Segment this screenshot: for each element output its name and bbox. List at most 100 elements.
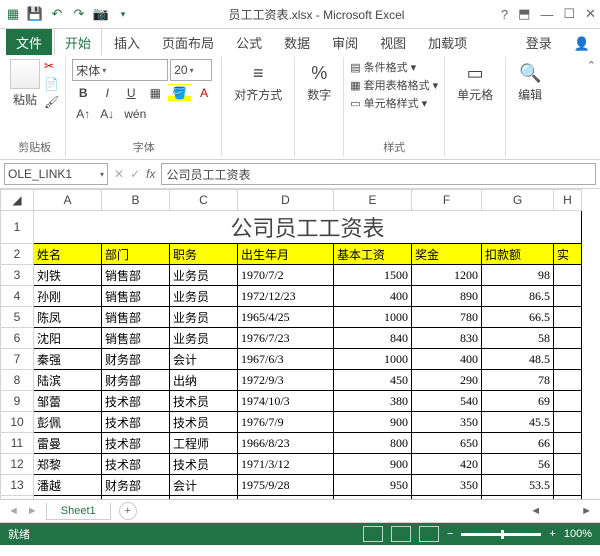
cell[interactable]: 540: [412, 391, 482, 412]
cell[interactable]: 86.5: [482, 286, 554, 307]
cell[interactable]: 潘越: [34, 475, 102, 496]
cell[interactable]: 1975/9/28: [238, 475, 334, 496]
table-row[interactable]: 6沈阳销售部业务员1976/7/2384083058: [1, 328, 582, 349]
cancel-formula-icon[interactable]: ✕: [114, 167, 124, 181]
table-row[interactable]: 9邹蕾技术部技术员1974/10/338054069: [1, 391, 582, 412]
select-all-button[interactable]: ◢: [1, 190, 34, 211]
cell[interactable]: [554, 475, 582, 496]
editing-button[interactable]: 🔍编辑: [512, 59, 548, 107]
fx-icon[interactable]: fx: [146, 167, 155, 181]
login-link[interactable]: 登录: [516, 29, 562, 55]
tab-layout[interactable]: 页面布局: [152, 29, 224, 55]
cell[interactable]: 450: [334, 370, 412, 391]
cell[interactable]: 业务员: [170, 286, 238, 307]
cell[interactable]: 1970/7/2: [238, 265, 334, 286]
cell[interactable]: 彭佩: [34, 412, 102, 433]
cell[interactable]: 销售部: [102, 496, 170, 501]
cell[interactable]: 840: [334, 328, 412, 349]
cell[interactable]: 孙刚: [34, 286, 102, 307]
hscroll-left-icon[interactable]: ◄: [530, 505, 541, 517]
cell[interactable]: 销售部: [102, 328, 170, 349]
cell[interactable]: 1972/10/12: [238, 496, 334, 501]
cell[interactable]: [554, 391, 582, 412]
cell[interactable]: [554, 307, 582, 328]
table-row[interactable]: 11雷曼技术部工程师1966/8/2380065066: [1, 433, 582, 454]
cell[interactable]: 1965/4/25: [238, 307, 334, 328]
cell[interactable]: 业务员: [170, 307, 238, 328]
cell[interactable]: 1500: [334, 265, 412, 286]
format-painter-icon[interactable]: 🖌: [44, 95, 59, 109]
cell[interactable]: 1000: [412, 496, 482, 501]
table-row[interactable]: 5陈凤销售部业务员1965/4/25100078066.5: [1, 307, 582, 328]
tab-file[interactable]: 文件: [6, 29, 52, 55]
worksheet-grid[interactable]: ◢ A B C D E F G H 1 公司员工工资表 2 姓名部门职务出生年月…: [0, 189, 600, 500]
camera-icon[interactable]: 📷: [92, 5, 110, 23]
cell[interactable]: 技术员: [170, 412, 238, 433]
cell[interactable]: 48.5: [482, 349, 554, 370]
cell[interactable]: 1971/3/12: [238, 454, 334, 475]
cell[interactable]: 420: [412, 454, 482, 475]
cell[interactable]: 98: [482, 265, 554, 286]
cell[interactable]: 业务员: [170, 265, 238, 286]
paste-button[interactable]: 粘贴: [13, 91, 37, 108]
bold-button[interactable]: B: [72, 84, 94, 102]
normal-view-icon[interactable]: [363, 526, 383, 542]
col-F[interactable]: F: [412, 190, 482, 211]
border-button[interactable]: ▦: [144, 84, 166, 102]
cell[interactable]: 邹蕾: [34, 391, 102, 412]
sheet-nav-next-icon[interactable]: ►: [27, 505, 38, 517]
redo-icon[interactable]: ↷: [70, 5, 88, 23]
number-button[interactable]: %数字: [301, 59, 337, 107]
table-row[interactable]: 8陆滨财务部出纳1972/9/345029078: [1, 370, 582, 391]
cell[interactable]: 销售部: [102, 286, 170, 307]
cell[interactable]: 78: [482, 370, 554, 391]
cell[interactable]: [554, 286, 582, 307]
cell[interactable]: 1966/8/23: [238, 433, 334, 454]
cell[interactable]: 1976/7/9: [238, 412, 334, 433]
phonetic-icon[interactable]: wén: [120, 105, 150, 123]
col-G[interactable]: G: [482, 190, 554, 211]
cell[interactable]: [554, 370, 582, 391]
cell[interactable]: 53.5: [482, 475, 554, 496]
cell[interactable]: 陈凤: [34, 307, 102, 328]
cell[interactable]: 890: [412, 286, 482, 307]
cells-button[interactable]: ▭单元格: [451, 59, 499, 107]
tab-home[interactable]: 开始: [54, 28, 102, 55]
cell[interactable]: 出纳: [170, 370, 238, 391]
cell-style-button[interactable]: ▭单元格样式▾: [350, 95, 438, 111]
cell[interactable]: 技术部: [102, 433, 170, 454]
cell[interactable]: 刘铁: [34, 265, 102, 286]
cell[interactable]: 财务部: [102, 370, 170, 391]
cell[interactable]: 950: [334, 475, 412, 496]
cell[interactable]: 58: [482, 328, 554, 349]
cell[interactable]: [554, 496, 582, 501]
page-layout-view-icon[interactable]: [391, 526, 411, 542]
cell[interactable]: 56: [482, 454, 554, 475]
paste-icon[interactable]: [10, 59, 40, 89]
close-icon[interactable]: ✕: [585, 6, 596, 22]
cell[interactable]: [554, 412, 582, 433]
cell[interactable]: 业务员: [170, 496, 238, 501]
collapse-ribbon-icon[interactable]: ⌃: [587, 59, 596, 72]
table-title-row[interactable]: 1 公司员工工资表: [1, 211, 582, 244]
cell[interactable]: 800: [334, 433, 412, 454]
cell[interactable]: 900: [334, 412, 412, 433]
cell[interactable]: 350: [412, 475, 482, 496]
zoom-out-icon[interactable]: −: [447, 528, 453, 540]
sheet-tab[interactable]: Sheet1: [46, 503, 111, 520]
cell[interactable]: 工程师: [170, 433, 238, 454]
cell[interactable]: 秦强: [34, 349, 102, 370]
align-button[interactable]: ≡对齐方式: [228, 59, 288, 107]
cell[interactable]: 1972/9/3: [238, 370, 334, 391]
tab-view[interactable]: 视图: [370, 29, 416, 55]
cell[interactable]: 会计: [170, 349, 238, 370]
sheet-nav-prev-icon[interactable]: ◄: [8, 505, 19, 517]
font-size-combo[interactable]: 20▾: [170, 59, 212, 81]
zoom-slider[interactable]: [461, 533, 541, 536]
cell[interactable]: 财务部: [102, 349, 170, 370]
cell[interactable]: 技术部: [102, 391, 170, 412]
underline-button[interactable]: U: [120, 84, 142, 102]
col-H[interactable]: H: [554, 190, 582, 211]
qat-more-icon[interactable]: ▾: [114, 5, 132, 23]
col-E[interactable]: E: [334, 190, 412, 211]
